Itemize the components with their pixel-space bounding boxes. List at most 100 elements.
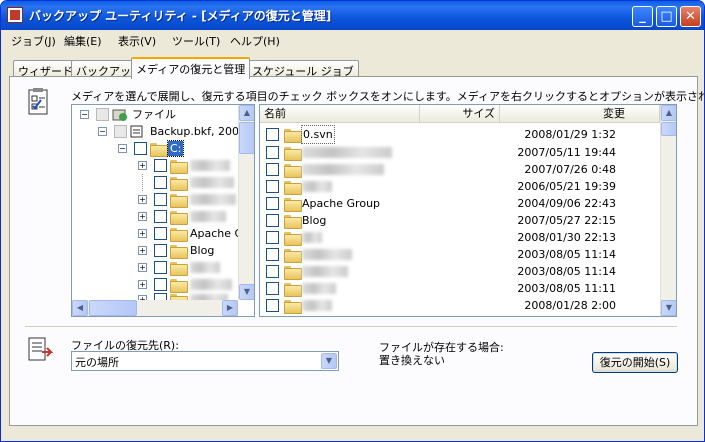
tree-item[interactable]: + [72, 191, 242, 208]
tab-restore-manage[interactable]: メディアの復元と管理 [131, 57, 251, 79]
checkbox[interactable] [266, 231, 279, 244]
menu-help[interactable]: ヘルプ(H) [230, 33, 280, 49]
checkbox[interactable] [266, 282, 279, 295]
checkbox[interactable] [154, 227, 167, 240]
tree-item[interactable]: + [72, 208, 242, 225]
media-tree[interactable]: − ファイル − Backup.bkf, 2008 − C: + + + + A… [71, 104, 255, 317]
maximize-button[interactable]: □ [656, 6, 677, 27]
checkbox[interactable] [154, 193, 167, 206]
tree-item[interactable]: + [72, 157, 242, 174]
redacted-name [302, 283, 336, 294]
tree-item-apache[interactable]: + Apache G [72, 225, 243, 242]
checkbox[interactable] [266, 265, 279, 278]
collapse-icon[interactable]: − [98, 127, 107, 136]
collapse-icon[interactable]: − [118, 144, 127, 153]
start-restore-button[interactable]: 復元の開始(S) [592, 352, 678, 373]
list-item-apache-group[interactable]: Apache Group 2004/09/06 22:43 [260, 195, 660, 212]
expand-icon[interactable]: + [138, 246, 147, 255]
scroll-down-button[interactable]: ▼ [239, 284, 254, 300]
checkbox[interactable] [266, 197, 279, 210]
window-title: バックアップ ユーティリティ - [メディアの復元と管理] [29, 9, 332, 23]
tree-node-drive-c[interactable]: − C: [72, 140, 242, 157]
title-bar[interactable]: バックアップ ユーティリティ - [メディアの復元と管理] _ □ ✕ [1, 1, 704, 30]
redacted-name [302, 147, 392, 158]
file-media-icon [112, 109, 127, 121]
redacted-name [302, 300, 332, 311]
checkbox[interactable] [96, 108, 109, 121]
list-item-blog[interactable]: Blog 2007/05/27 22:15 [260, 212, 660, 229]
file-exists-value: 置き換えない [379, 354, 445, 367]
checkbox[interactable] [266, 214, 279, 227]
menu-view[interactable]: 表示(V) [118, 33, 156, 49]
checkbox[interactable] [154, 210, 167, 223]
checkbox[interactable] [154, 244, 167, 257]
menu-edit[interactable]: 編集(E) [64, 33, 102, 49]
minimize-button[interactable]: _ [632, 6, 653, 27]
scroll-thumb[interactable] [239, 122, 254, 154]
tree-node-files[interactable]: − ファイル [72, 106, 242, 123]
list-item[interactable]: 2003/08/05 11:14 [260, 246, 660, 263]
list-item[interactable]: 2003/08/05 11:11 [260, 280, 660, 297]
folder-icon [284, 232, 302, 246]
checklist-icon [28, 88, 48, 115]
instruction-text: メディアを選んで展開し、復元する項目のチェック ボックスをオンにします。メディア… [71, 90, 705, 103]
scroll-down-button[interactable]: ▼ [661, 300, 676, 316]
list-item[interactable]: 2003/08/05 11:14 [260, 263, 660, 280]
checkbox[interactable] [266, 180, 279, 193]
scroll-up-button[interactable]: ▲ [239, 105, 254, 121]
item-modified: 2007/07/26 0:48 [524, 163, 616, 176]
menu-job[interactable]: ジョブ(J) [11, 33, 56, 49]
expand-icon[interactable]: + [138, 195, 147, 204]
tree-node-backup[interactable]: − Backup.bkf, 2008 [72, 123, 246, 140]
list-item[interactable]: 2007/05/11 19:44 [260, 144, 660, 161]
item-modified: 2007/05/27 22:15 [517, 214, 616, 227]
list-item[interactable]: 2008/01/28 2:00 [260, 297, 660, 314]
list-item[interactable]: 0.svn 2008/01/29 1:32 [260, 125, 660, 144]
checkbox[interactable] [266, 128, 279, 141]
checkbox[interactable] [114, 125, 127, 138]
list-item[interactable]: 2006/05/21 19:39 [260, 178, 660, 195]
scroll-left-button[interactable]: ◀ [72, 300, 88, 316]
menu-tools[interactable]: ツール(T) [172, 33, 220, 49]
expand-icon[interactable]: + [138, 161, 147, 170]
checkbox[interactable] [154, 261, 167, 274]
scroll-thumb[interactable] [89, 300, 137, 316]
menu-bar: ジョブ(J) 編集(E) 表示(V) ツール(T) ヘルプ(H) [1, 30, 704, 52]
checkbox[interactable] [154, 176, 167, 189]
column-size[interactable]: サイズ [420, 105, 500, 123]
close-button[interactable]: ✕ [680, 6, 701, 27]
checkbox[interactable] [266, 163, 279, 176]
checkbox[interactable] [154, 278, 167, 291]
tree-item[interactable] [72, 174, 242, 191]
redacted-name [302, 164, 384, 175]
expand-icon[interactable]: + [138, 280, 147, 289]
tree-item-blog[interactable]: + Blog [72, 242, 242, 259]
scroll-up-button[interactable]: ▲ [661, 105, 676, 121]
scroll-thumb[interactable] [661, 122, 676, 136]
checkbox[interactable] [266, 248, 279, 261]
list-item[interactable]: 2008/01/30 22:13 [260, 229, 660, 246]
redacted-label [190, 211, 226, 222]
file-list[interactable]: 名前 サイズ 変更 0.svn 2008/01/29 1:32 2007/05/… [259, 104, 677, 317]
restore-destination-select[interactable]: 元の場所 ▼ [71, 351, 339, 371]
item-modified: 2006/05/21 19:39 [517, 180, 616, 193]
expand-icon[interactable]: + [138, 212, 147, 221]
column-name[interactable]: 名前 [260, 105, 420, 123]
folder-icon [170, 194, 188, 208]
collapse-icon[interactable]: − [80, 110, 89, 119]
checkbox[interactable] [134, 142, 147, 155]
checkbox[interactable] [154, 159, 167, 172]
scroll-right-button[interactable]: ▶ [222, 300, 238, 316]
tree-vertical-scrollbar[interactable]: ▲ ▼ [238, 105, 254, 300]
tree-label: ファイル [132, 108, 176, 121]
column-modified[interactable]: 変更 [500, 105, 660, 123]
expand-icon[interactable]: + [138, 263, 147, 272]
tree-horizontal-scrollbar[interactable]: ◀ ▶ [72, 300, 238, 316]
checkbox[interactable] [266, 146, 279, 159]
expand-icon[interactable]: + [138, 229, 147, 238]
tree-item[interactable]: + [72, 259, 242, 276]
list-vertical-scrollbar[interactable]: ▲ ▼ [660, 105, 676, 316]
checkbox[interactable] [266, 299, 279, 312]
list-item[interactable]: 2007/07/26 0:48 [260, 161, 660, 178]
chevron-down-icon[interactable]: ▼ [321, 353, 337, 369]
